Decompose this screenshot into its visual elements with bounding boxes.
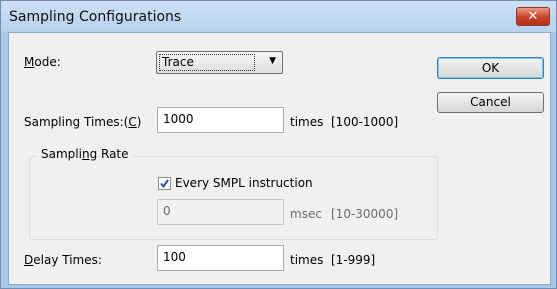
sampling-rate-range: [10-30000] <box>331 207 399 221</box>
every-smpl-checkbox[interactable] <box>158 177 171 190</box>
mode-select-value: Trace <box>159 54 255 71</box>
sampling-rate-input[interactable]: 0 <box>157 199 284 225</box>
ok-button[interactable]: OK <box>437 57 544 79</box>
delay-times-range: [1-999] <box>331 253 376 267</box>
delay-times-label: Delay Times: <box>24 253 102 267</box>
mode-label: Mode: <box>24 55 61 69</box>
sampling-rate-group <box>29 156 438 240</box>
every-smpl-label: Every SMPL instruction <box>175 176 313 190</box>
mode-select[interactable]: Trace ▼ <box>156 51 283 74</box>
sampling-times-label: Sampling Times:(C) <box>24 115 142 129</box>
close-button[interactable]: ✕ <box>516 7 550 26</box>
dialog-window: Sampling Configurations ✕ Mode: Trace ▼ … <box>0 0 557 289</box>
sampling-rate-unit: msec <box>290 207 322 221</box>
dialog-client-area: Mode: Trace ▼ OK Cancel Sampling Times:(… <box>8 32 551 285</box>
sampling-rate-group-title: Sampling Rate <box>37 147 133 161</box>
delay-times-input[interactable]: 100 <box>157 245 284 271</box>
close-icon: ✕ <box>527 9 539 24</box>
dialog-title: Sampling Configurations <box>9 9 182 25</box>
cancel-button[interactable]: Cancel <box>437 92 544 113</box>
delay-times-unit: times <box>290 253 324 267</box>
sampling-times-input[interactable]: 1000 <box>157 107 284 133</box>
sampling-times-unit: times <box>290 115 324 129</box>
chevron-down-icon: ▼ <box>269 56 276 66</box>
sampling-times-range: [100-1000] <box>331 115 399 129</box>
title-bar[interactable]: Sampling Configurations ✕ <box>1 1 556 32</box>
checkmark-icon <box>160 179 169 189</box>
